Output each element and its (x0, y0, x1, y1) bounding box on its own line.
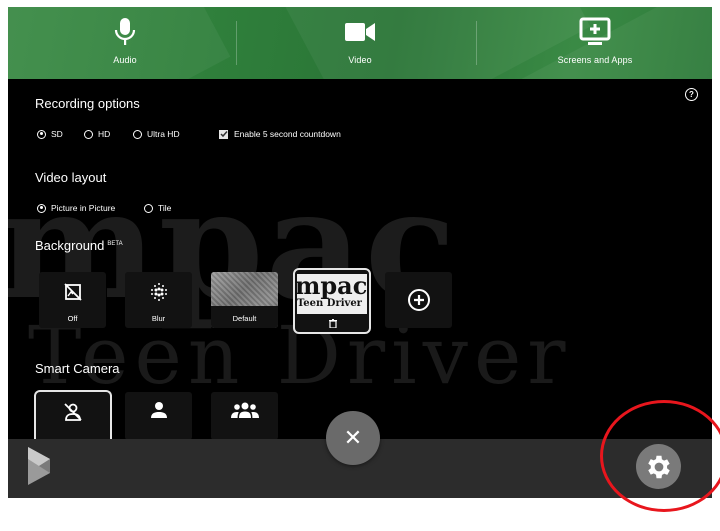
countdown-label: Enable 5 second countdown (234, 129, 341, 139)
layout-tile-radio[interactable]: Tile (144, 203, 171, 213)
microphone-icon (114, 17, 136, 47)
background-default-tile[interactable]: Default (211, 272, 278, 328)
screens-and-apps-tab[interactable]: Screens and Apps (478, 7, 712, 79)
background-title: Background BETA (35, 238, 123, 253)
recording-options-title: Recording options (35, 96, 140, 111)
smart-camera-title: Smart Camera (35, 361, 120, 376)
highlight-circle-annotation (600, 400, 720, 512)
smart-camera-single-option[interactable] (125, 392, 192, 440)
radio-selected-icon (37, 129, 46, 139)
audio-tab[interactable]: Audio (8, 7, 242, 79)
layout-pip-radio[interactable]: Picture in Picture (37, 203, 115, 213)
checkbox-checked-icon (219, 129, 228, 139)
radio-selected-icon (37, 203, 46, 213)
radio-icon (84, 129, 93, 139)
no-image-icon (63, 283, 82, 301)
countdown-checkbox[interactable]: Enable 5 second countdown (219, 129, 341, 139)
recorder-window: Audio Video Screens and Apps mpac Teen D… (8, 7, 712, 498)
background-custom-tile[interactable]: mpac Teen Driver (293, 268, 371, 334)
help-icon[interactable]: ? (685, 88, 698, 101)
video-tab[interactable]: Video (243, 7, 477, 79)
quality-hd-radio[interactable]: HD (84, 129, 110, 139)
settings-panel: ? Recording options SD HD Ultra HD Enabl… (8, 79, 712, 440)
custom-logo-thumbnail: mpac Teen Driver (297, 274, 367, 314)
quality-ultra-hd-radio[interactable]: Ultra HD (133, 129, 180, 139)
blur-icon (150, 283, 167, 301)
radio-icon (133, 129, 142, 139)
default-background-thumbnail (211, 272, 278, 306)
screens-and-apps-tab-label: Screens and Apps (557, 55, 633, 65)
background-blur-tile[interactable]: Blur (125, 272, 192, 328)
beta-badge: BETA (107, 240, 123, 247)
video-camera-icon (344, 17, 376, 47)
app-logo-icon (28, 447, 50, 485)
add-circle-icon (407, 289, 430, 311)
radio-icon (144, 203, 153, 213)
screen-add-icon (579, 17, 611, 47)
video-tab-label: Video (348, 55, 372, 65)
person-off-icon (64, 403, 82, 421)
person-icon (150, 402, 167, 418)
audio-tab-label: Audio (113, 55, 137, 65)
quality-sd-radio[interactable]: SD (37, 129, 63, 139)
add-background-tile[interactable] (385, 272, 452, 328)
trash-icon[interactable] (329, 319, 337, 328)
video-layout-title: Video layout (35, 170, 107, 185)
source-toolbar: Audio Video Screens and Apps (8, 7, 712, 79)
close-icon: ✕ (343, 425, 363, 450)
group-icon (230, 402, 259, 418)
smart-camera-off-option[interactable] (34, 390, 112, 440)
close-button[interactable]: ✕ (326, 411, 380, 465)
smart-camera-group-option[interactable] (211, 392, 278, 440)
background-off-tile[interactable]: Off (39, 272, 106, 328)
